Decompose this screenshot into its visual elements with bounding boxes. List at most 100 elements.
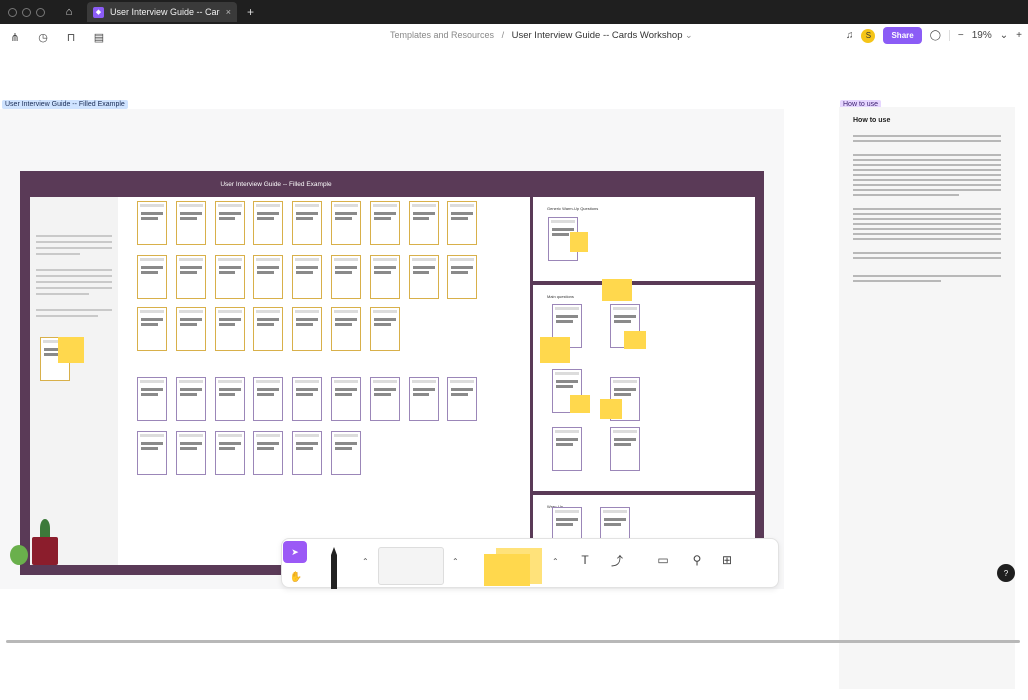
question-card[interactable] <box>552 427 582 471</box>
question-card[interactable] <box>292 307 323 351</box>
question-card[interactable] <box>253 255 284 299</box>
breadcrumb-parent[interactable]: Templates and Resources <box>390 30 494 40</box>
question-card[interactable] <box>175 431 206 475</box>
zoom-in-button[interactable]: + <box>1016 30 1022 41</box>
comment-icon[interactable]: ◯ <box>930 30 941 41</box>
question-card[interactable] <box>331 201 361 245</box>
question-card[interactable] <box>447 377 478 421</box>
new-tab-icon[interactable]: + <box>247 5 254 19</box>
avatar[interactable]: S <box>861 28 876 43</box>
chevron-up-icon[interactable]: ⌃ <box>362 557 369 566</box>
question-card[interactable] <box>610 427 640 471</box>
chevron-up-icon[interactable]: ⌃ <box>552 557 559 566</box>
select-tool-icon[interactable]: ➤ <box>283 541 307 563</box>
question-card[interactable] <box>137 431 167 475</box>
share-button[interactable]: Share <box>883 27 922 44</box>
question-card[interactable] <box>369 307 400 351</box>
question-card[interactable] <box>331 377 361 421</box>
chevron-down-icon[interactable]: ⌄ <box>685 30 693 40</box>
question-card[interactable] <box>408 201 439 245</box>
question-card[interactable] <box>214 255 245 299</box>
sticky-note[interactable] <box>602 279 632 301</box>
question-card[interactable] <box>292 377 323 421</box>
question-card[interactable] <box>292 255 323 299</box>
chevron-up-icon[interactable]: ⌃ <box>452 557 459 566</box>
zoom-out-button[interactable]: − <box>958 30 964 41</box>
question-card[interactable] <box>175 201 206 245</box>
plant-illustration <box>10 519 74 571</box>
board-title: User Interview Guide -- Filled Example <box>220 181 332 188</box>
active-tab[interactable]: ◆ User Interview Guide -- Cards Worksho … <box>87 2 237 22</box>
sticky-note[interactable] <box>570 232 588 252</box>
text-tool-icon[interactable]: T <box>574 549 596 571</box>
sticky-note-tool-icon[interactable] <box>466 544 554 588</box>
question-card[interactable] <box>408 377 439 421</box>
question-card[interactable] <box>447 201 478 245</box>
minimize-window-icon[interactable] <box>22 7 31 17</box>
question-card[interactable] <box>253 377 284 421</box>
headphones-icon[interactable]: ♫ <box>846 30 854 41</box>
question-card[interactable] <box>292 431 323 475</box>
frame-label-filled-example[interactable]: User Interview Guide -- Filled Example <box>2 100 128 109</box>
question-card[interactable] <box>175 307 206 351</box>
sticky-note[interactable] <box>624 331 646 349</box>
canvas[interactable]: User Interview Guide -- Filled Example H… <box>0 50 1028 700</box>
question-card[interactable] <box>137 377 167 421</box>
question-card[interactable] <box>253 307 284 351</box>
question-card[interactable] <box>175 255 206 299</box>
close-window-icon[interactable] <box>8 7 17 17</box>
sticky-note[interactable] <box>540 337 570 363</box>
how-to-use-panel[interactable]: How to use <box>839 107 1015 689</box>
app-toolbar: ⋔ ◷ ⊓ ▤ Templates and Resources / User I… <box>0 24 1028 50</box>
browser-tab-bar: ⌂ ◆ User Interview Guide -- Cards Worksh… <box>0 0 1028 24</box>
sticky-note[interactable] <box>58 337 84 363</box>
question-card[interactable] <box>253 431 284 475</box>
creation-toolbar: ➤ ✋ ⌃ ⌃ ⌃ T ⤴ ▭ ⚲ ⊞ <box>281 538 779 589</box>
stamp-tool-icon[interactable]: ⚲ <box>686 549 708 571</box>
sticky-note[interactable] <box>570 395 590 413</box>
question-card[interactable] <box>137 201 167 245</box>
question-card[interactable] <box>175 377 206 421</box>
question-card[interactable] <box>369 255 400 299</box>
question-card[interactable] <box>214 431 245 475</box>
layout-icon[interactable]: ▤ <box>92 31 106 44</box>
help-button[interactable]: ? <box>997 564 1015 582</box>
sticky-note[interactable] <box>600 399 622 419</box>
question-card[interactable] <box>253 201 284 245</box>
breadcrumb-separator: / <box>501 30 505 40</box>
zoom-level[interactable]: 19% <box>972 30 992 41</box>
timer-icon[interactable]: ◷ <box>36 31 50 44</box>
horizontal-scrollbar[interactable] <box>6 640 1020 643</box>
how-to-use-title: How to use <box>853 117 891 124</box>
question-card[interactable] <box>331 431 361 475</box>
question-card[interactable] <box>331 307 361 351</box>
hand-tool-icon[interactable]: ✋ <box>286 567 306 587</box>
section-title-main: Main questions <box>547 294 574 299</box>
figjam-file-icon: ◆ <box>93 6 104 18</box>
chevron-down-icon[interactable]: ⌄ <box>1000 30 1008 41</box>
question-card[interactable] <box>292 201 323 245</box>
library-icon[interactable]: ⊓ <box>64 31 78 44</box>
question-card[interactable] <box>214 307 245 351</box>
section-tool-icon[interactable]: ▭ <box>652 549 674 571</box>
shape-tool[interactable] <box>378 547 444 585</box>
question-card[interactable] <box>369 201 400 245</box>
question-card[interactable] <box>408 255 439 299</box>
home-icon[interactable]: ⌂ <box>59 3 79 21</box>
breadcrumb-current[interactable]: User Interview Guide -- Cards Workshop <box>512 30 683 41</box>
maximize-window-icon[interactable] <box>36 7 45 17</box>
tab-close-icon[interactable]: × <box>226 7 231 17</box>
question-card[interactable] <box>331 255 361 299</box>
more-tools-icon[interactable]: ⊞ <box>716 549 738 571</box>
question-card[interactable] <box>214 201 245 245</box>
filled-example-frame[interactable]: User Interview Guide -- Filled Example G… <box>0 109 784 589</box>
question-card[interactable] <box>369 377 400 421</box>
question-card[interactable] <box>447 255 478 299</box>
question-card[interactable] <box>137 255 167 299</box>
main-menu-icon[interactable]: ⋔ <box>8 31 22 44</box>
connector-tool-icon[interactable]: ⤴ <box>606 549 628 571</box>
question-card[interactable] <box>137 307 167 351</box>
marker-tool-icon[interactable] <box>324 545 344 589</box>
window-controls[interactable] <box>8 7 45 17</box>
question-card[interactable] <box>214 377 245 421</box>
